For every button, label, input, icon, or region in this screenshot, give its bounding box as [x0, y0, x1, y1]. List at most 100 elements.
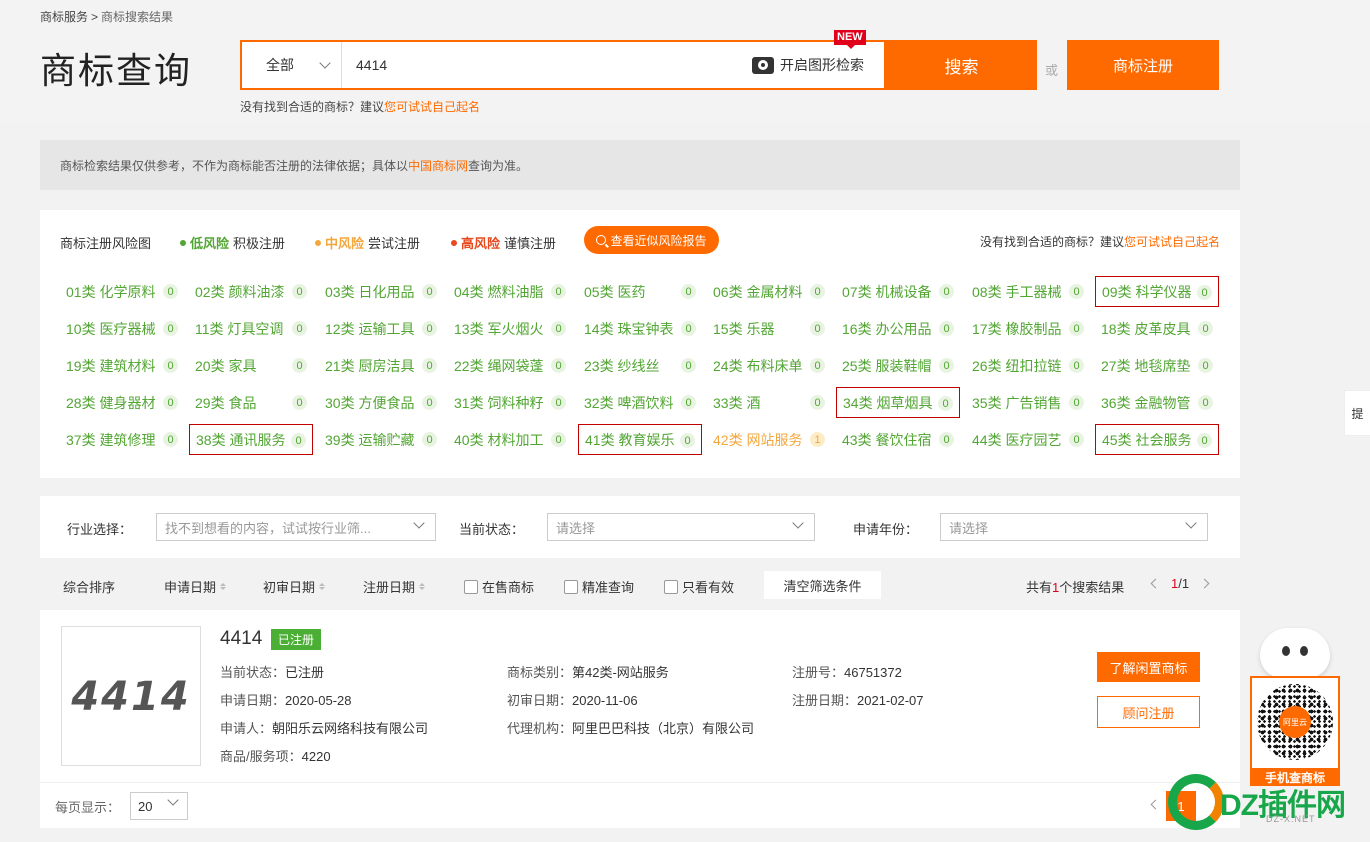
suggest-link[interactable]: 您可试试自己起名 [384, 100, 480, 114]
year-placeholder: 请选择 [949, 520, 989, 536]
checkbox-icon [564, 579, 578, 594]
valid-only-checkbox[interactable]: 只看有效 [664, 577, 734, 596]
chevron-left-icon[interactable] [1150, 578, 1161, 589]
trademark-name[interactable]: 4414 [220, 628, 262, 650]
class-count-badge: 0 [1197, 285, 1212, 300]
class-item[interactable]: 17类 橡胶制品 0 [966, 313, 1090, 344]
risk-report-button[interactable]: 查看近似风险报告 [584, 226, 719, 254]
class-item[interactable]: 07类 机械设备 0 [836, 276, 960, 307]
class-item[interactable]: 23类 纱线丝 0 [578, 350, 702, 381]
class-item[interactable]: 15类 乐器 0 [707, 313, 831, 344]
image-search-button[interactable]: 开启图形检索 NEW [752, 30, 884, 75]
exact-checkbox[interactable]: 精准查询 [564, 577, 634, 596]
class-label: 18类 皮革皮具 [1101, 320, 1191, 337]
search-scope-select[interactable]: 全部 [242, 42, 342, 88]
class-item[interactable]: 33类 酒 0 [707, 387, 831, 418]
class-count-badge: 0 [292, 321, 307, 336]
sort-apply-date[interactable]: 申请日期 [164, 577, 227, 596]
class-item[interactable]: 30类 方便食品 0 [319, 387, 443, 418]
class-item[interactable]: 21类 厨房洁具 0 [319, 350, 443, 381]
industry-select[interactable]: 找不到想看的内容，试试按行业筛... [156, 513, 436, 541]
per-page-select[interactable]: 20 [130, 792, 188, 820]
year-select[interactable]: 请选择 [940, 513, 1208, 541]
class-item[interactable]: 06类 金属材料 0 [707, 276, 831, 307]
class-item[interactable]: 14类 珠宝钟表 0 [578, 313, 702, 344]
class-item[interactable]: 40类 材料加工 0 [448, 424, 572, 455]
class-count-badge: 0 [680, 433, 695, 448]
class-item[interactable]: 12类 运输工具 0 [319, 313, 443, 344]
class-item[interactable]: 44类 医疗园艺 0 [966, 424, 1090, 455]
legend-mid-desc: 尝试注册 [368, 236, 421, 251]
class-item[interactable]: 25类 服装鞋帽 0 [836, 350, 960, 381]
class-item[interactable]: 13类 军火烟火 0 [448, 313, 572, 344]
sort-overall[interactable]: 综合排序 [63, 577, 115, 596]
class-item[interactable]: 34类 烟草烟具 0 [836, 387, 960, 418]
class-item[interactable]: 36类 金融物管 0 [1095, 387, 1219, 418]
class-item[interactable]: 11类 灯具空调 0 [189, 313, 313, 344]
class-item[interactable]: 32类 啤酒饮料 0 [578, 387, 702, 418]
risk-title: 商标注册风险图 [60, 236, 152, 251]
watermark-url: DZ-X.NET [1266, 814, 1316, 824]
sort-reg-date[interactable]: 注册日期 [363, 577, 426, 596]
class-count-badge: 0 [939, 432, 954, 447]
class-item[interactable]: 08类 手工器械 0 [966, 276, 1090, 307]
class-item[interactable]: 42类 网站服务 1 [707, 424, 831, 455]
class-item[interactable]: 24类 布料床单 0 [707, 350, 831, 381]
prev-page-icon[interactable] [1150, 799, 1161, 810]
class-item[interactable]: 26类 纽扣拉链 0 [966, 350, 1090, 381]
breadcrumb-root[interactable]: 商标服务 [40, 10, 88, 24]
trademark-register-button[interactable]: 商标注册 [1067, 40, 1219, 90]
notice-link[interactable]: 中国商标网 [408, 157, 468, 174]
class-item[interactable]: 45类 社会服务 0 [1095, 424, 1219, 455]
trademark-logo-image: 4414 [70, 676, 188, 716]
agent: 代理机构：阿里巴巴科技（北京）有限公司 [507, 721, 755, 736]
class-count-badge: 0 [681, 284, 696, 299]
class-item[interactable]: 16类 办公用品 0 [836, 313, 960, 344]
chevron-right-icon[interactable] [1199, 578, 1210, 589]
search-button[interactable]: 搜索 [886, 40, 1037, 90]
idle-trademark-button[interactable]: 了解闲置商标 [1097, 652, 1200, 682]
class-item[interactable]: 39类 运输贮藏 0 [319, 424, 443, 455]
class-count-badge: 0 [422, 321, 437, 336]
class-item[interactable]: 04类 燃料油脂 0 [448, 276, 572, 307]
clear-filters-button[interactable]: 清空筛选条件 [764, 571, 881, 599]
class-item[interactable]: 20类 家具 0 [189, 350, 313, 381]
class-count-badge: 0 [422, 358, 437, 373]
sort-prelim-date[interactable]: 初审日期 [263, 577, 326, 596]
search-input[interactable] [342, 42, 752, 88]
on-sale-checkbox[interactable]: 在售商标 [464, 577, 534, 596]
class-label: 35类 广告销售 [972, 394, 1062, 411]
class-item[interactable]: 03类 日化用品 0 [319, 276, 443, 307]
class-item[interactable]: 41类 教育娱乐 0 [578, 424, 702, 455]
class-item[interactable]: 37类 建筑修理 0 [60, 424, 184, 455]
class-item[interactable]: 19类 建筑材料 0 [60, 350, 184, 381]
sort-arrows-icon [419, 583, 426, 590]
class-item[interactable]: 43类 餐饮住宿 0 [836, 424, 960, 455]
class-item[interactable]: 18类 皮革皮具 0 [1095, 313, 1219, 344]
trademark-logo[interactable]: 4414 [61, 626, 201, 766]
class-count-badge: 0 [551, 358, 566, 373]
class-item[interactable]: 28类 健身器材 0 [60, 387, 184, 418]
status-select[interactable]: 请选择 [547, 513, 815, 541]
class-item[interactable]: 38类 通讯服务 0 [189, 424, 313, 455]
side-feedback-tab[interactable]: 提 [1344, 390, 1370, 436]
class-item[interactable]: 02类 颜料油漆 0 [189, 276, 313, 307]
class-item[interactable]: 31类 饲料种籽 0 [448, 387, 572, 418]
class-item[interactable]: 22类 绳网袋蓬 0 [448, 350, 572, 381]
mobile-qr-widget[interactable]: 阿里云 手机查商标 [1250, 628, 1340, 786]
class-item[interactable]: 05类 医药 0 [578, 276, 702, 307]
class-label: 12类 运输工具 [325, 320, 415, 337]
class-item[interactable]: 35类 广告销售 0 [966, 387, 1090, 418]
class-count-badge: 0 [939, 284, 954, 299]
class-item[interactable]: 27类 地毯席垫 0 [1095, 350, 1219, 381]
sort-apply-date-label: 申请日期 [164, 580, 217, 595]
risk-suggest-link[interactable]: 您可试试自己起名 [1124, 235, 1220, 249]
class-item[interactable]: 10类 医疗器械 0 [60, 313, 184, 344]
class-item[interactable]: 01类 化学原料 0 [60, 276, 184, 307]
class-item[interactable]: 29类 食品 0 [189, 387, 313, 418]
new-badge: NEW [834, 30, 866, 49]
class-count-badge: 0 [422, 395, 437, 410]
class-item[interactable]: 09类 科学仪器 0 [1095, 276, 1219, 307]
consult-register-button[interactable]: 顾问注册 [1097, 696, 1200, 728]
trademark-class: 商标类别：第42类-网站服务 [507, 665, 669, 680]
